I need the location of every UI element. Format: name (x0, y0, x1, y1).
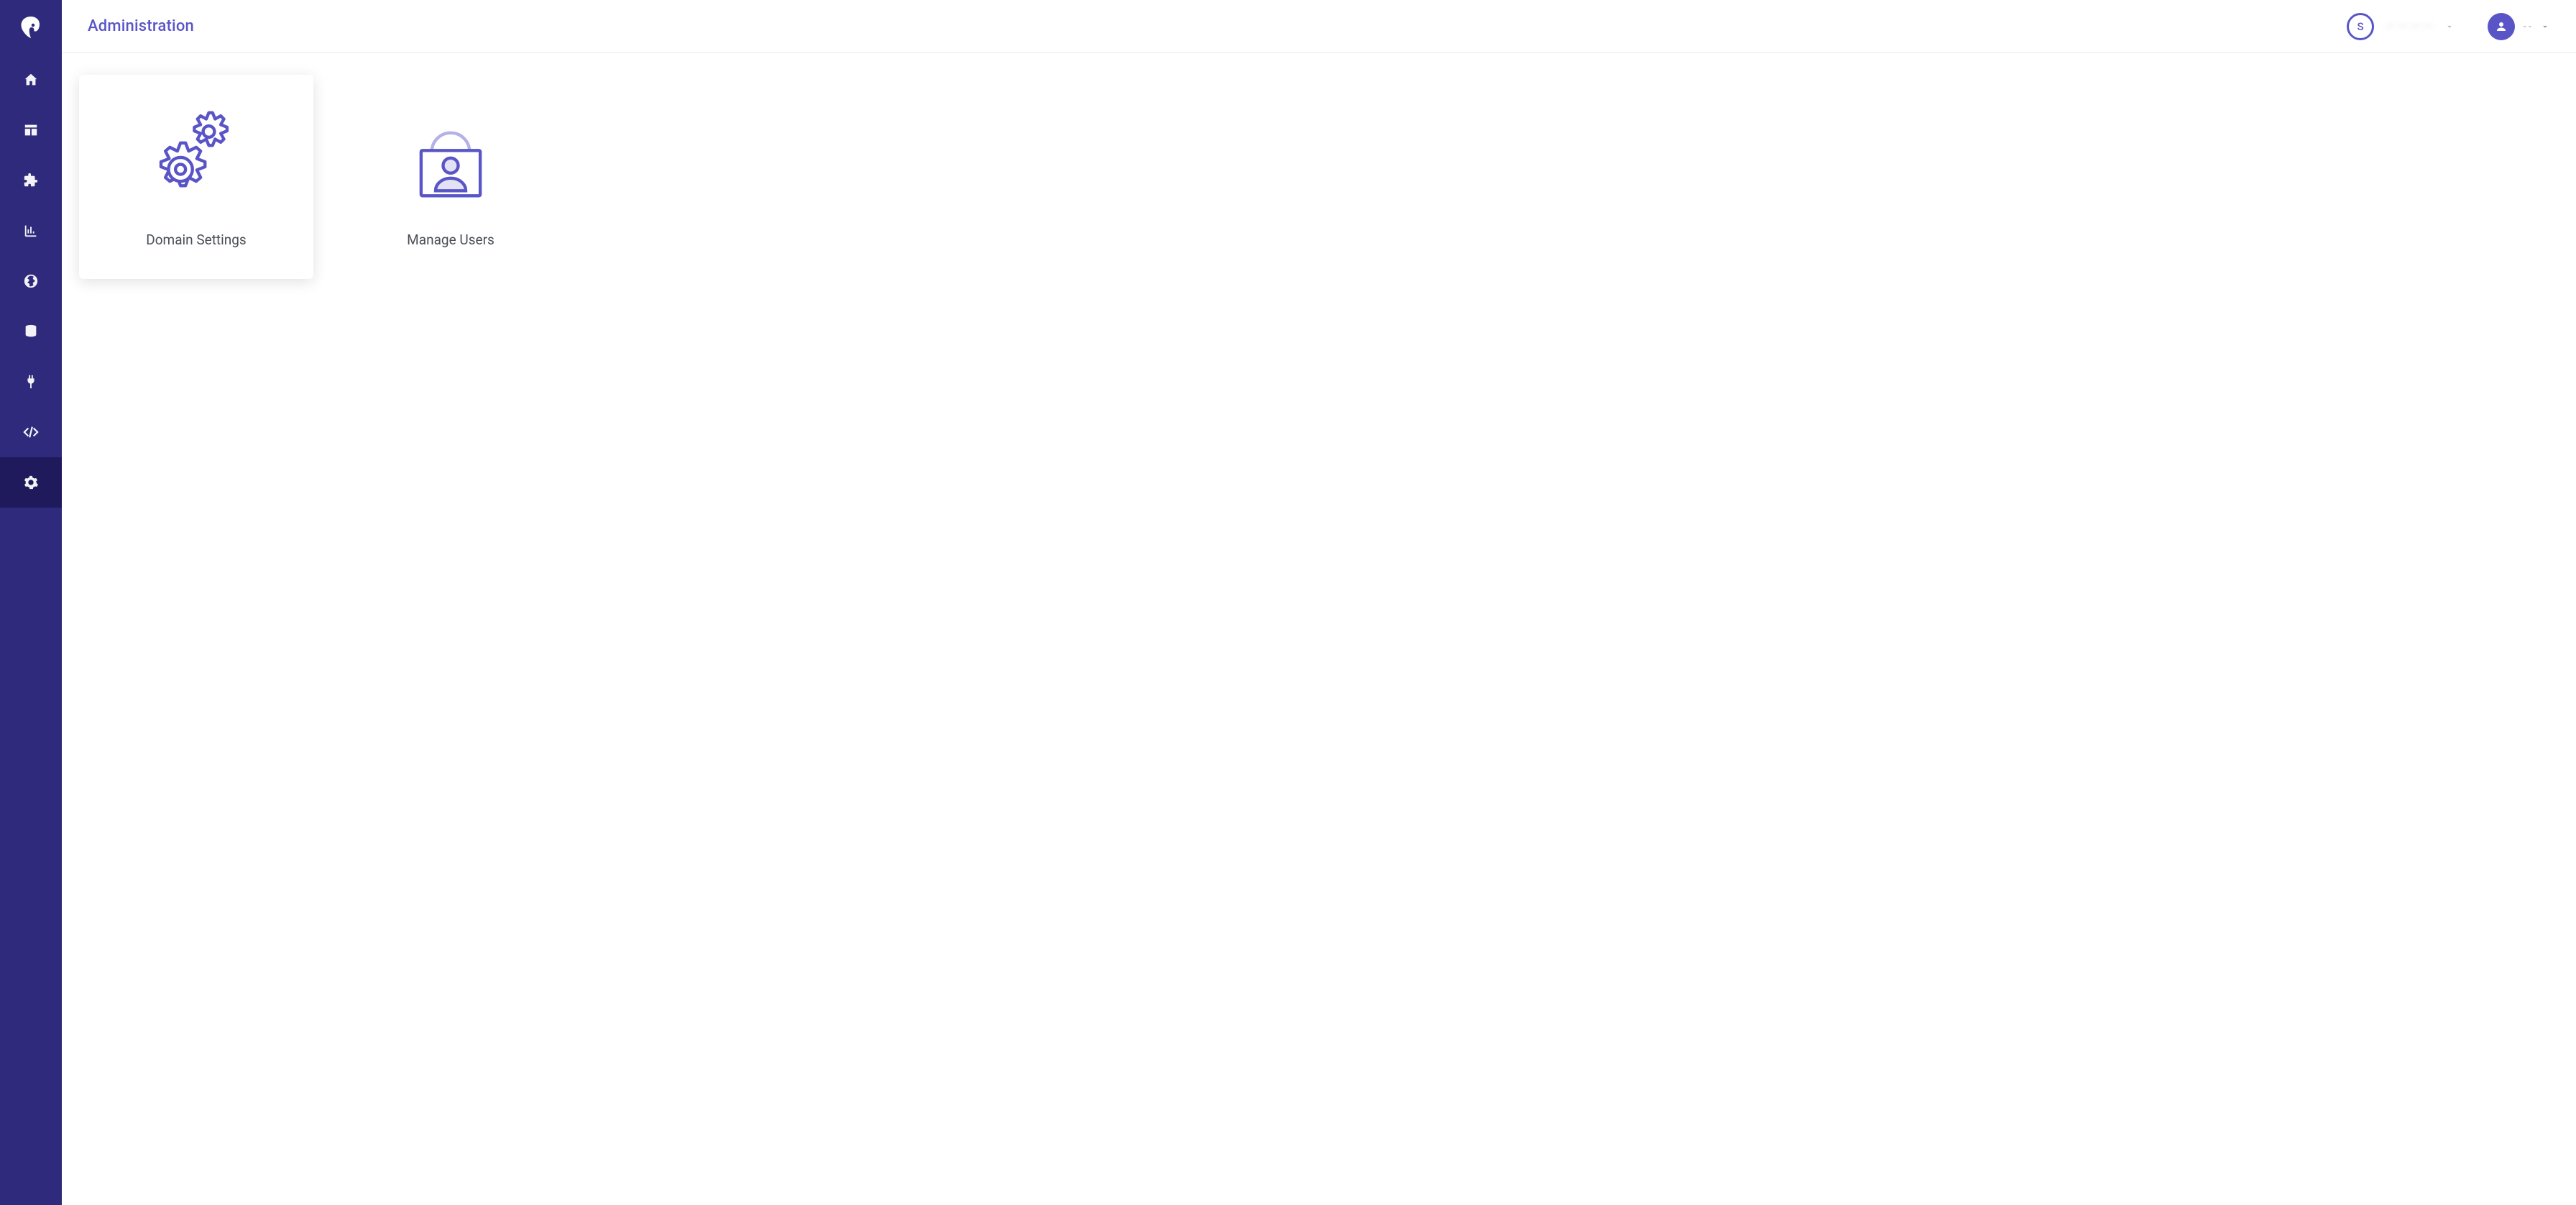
plug-icon (23, 374, 39, 390)
user-avatar (2488, 13, 2515, 40)
home-icon (23, 72, 39, 88)
sidebar-item-settings[interactable] (0, 457, 62, 508)
user-lock-icon (400, 106, 501, 207)
user-menu[interactable]: - - (2488, 13, 2550, 40)
layout-icon (23, 122, 39, 138)
gear-icon (23, 475, 39, 490)
logo[interactable] (0, 0, 62, 55)
page-title: Administration (88, 17, 194, 35)
sidebar-item-home[interactable] (0, 55, 62, 105)
chevron-down-icon (2540, 22, 2550, 32)
header: Administration S — — — — - - (62, 0, 2576, 53)
card-label: Domain Settings (146, 232, 247, 248)
sidebar-item-layout[interactable] (0, 105, 62, 155)
user-icon (2495, 20, 2508, 33)
database-icon (23, 324, 39, 339)
card-label: Manage Users (407, 232, 494, 248)
org-name: — — — — (2386, 19, 2433, 34)
sidebar (0, 0, 62, 1205)
globe-icon (23, 273, 39, 289)
card-manage-users[interactable]: Manage Users (334, 75, 568, 279)
org-switcher[interactable]: S — — — — (2347, 13, 2455, 40)
puzzle-icon (23, 173, 39, 188)
gears-icon (146, 106, 247, 207)
org-avatar: S (2347, 13, 2374, 40)
sidebar-item-plug[interactable] (0, 357, 62, 407)
sidebar-item-code[interactable] (0, 407, 62, 457)
sidebar-item-globe[interactable] (0, 256, 62, 306)
sidebar-item-database[interactable] (0, 306, 62, 357)
card-domain-settings[interactable]: Domain Settings (79, 75, 313, 279)
chart-icon (23, 223, 39, 239)
sidebar-item-extensions[interactable] (0, 155, 62, 206)
content: Domain Settings Manage Users (62, 53, 2576, 301)
code-icon (23, 424, 39, 440)
logo-icon (18, 14, 44, 40)
user-label: - - (2524, 21, 2531, 32)
sidebar-item-analytics[interactable] (0, 206, 62, 256)
chevron-down-icon (2444, 22, 2455, 32)
